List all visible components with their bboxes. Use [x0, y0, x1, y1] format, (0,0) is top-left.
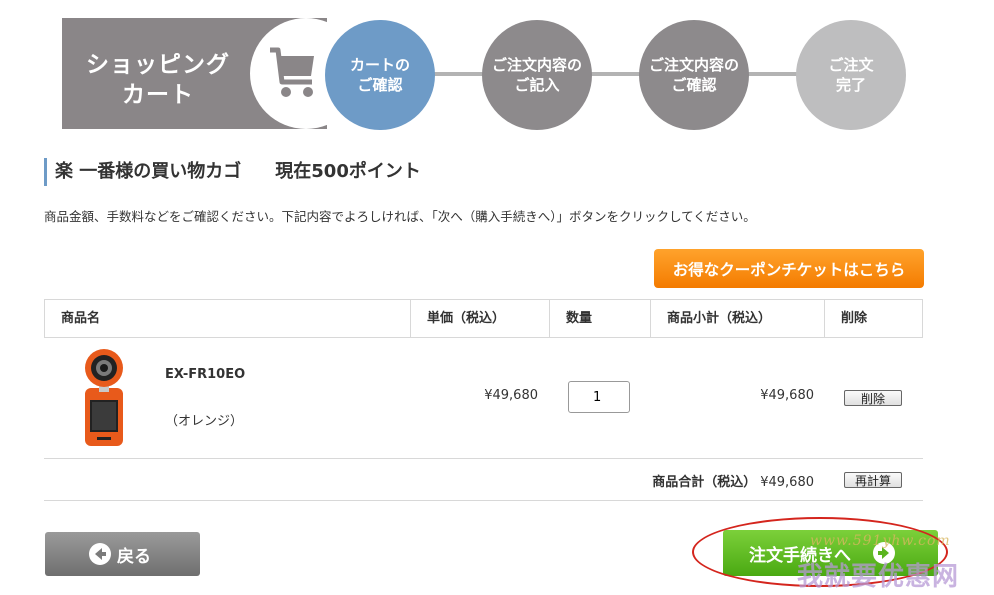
recalculate-button[interactable]: 再計算	[844, 472, 902, 488]
cart-table-header: 商品名 単価（税込） 数量 商品小計（税込） 削除	[44, 299, 923, 338]
total-amount: 商品合計（税込） ¥49,680	[652, 471, 814, 490]
total-row: 商品合計（税込） ¥49,680 再計算	[44, 459, 923, 501]
column-quantity: 数量	[549, 300, 650, 337]
back-button[interactable]: 戻る	[45, 532, 200, 576]
table-row: EX-FR10EO （オレンジ） ¥49,680 ¥49,680 削除	[44, 338, 923, 459]
coupon-button[interactable]: お得なクーポンチケットはこちら	[654, 249, 924, 288]
shopping-cart-icon	[270, 47, 314, 97]
total-label: 商品合計（税込）	[652, 475, 757, 490]
product-name[interactable]: EX-FR10EO	[165, 367, 245, 382]
item-subtotal: ¥49,680	[760, 388, 814, 403]
total-value: ¥49,680	[760, 475, 814, 490]
column-unit-price: 単価（税込）	[410, 300, 549, 337]
watermark-url: www.591yhw.com	[810, 533, 951, 549]
delete-button[interactable]: 削除	[844, 390, 902, 406]
step-order-confirm: ご注文内容の ご確認	[639, 20, 749, 130]
checkout-steps: ショッピング カート カートの ご確認 ご注文内容の ご記入 ご注文内容の ご確…	[62, 18, 922, 130]
product-variant: （オレンジ）	[165, 414, 244, 429]
step-cart-confirm: カートの ご確認	[325, 20, 435, 130]
step-order-complete: ご注文 完了	[796, 20, 906, 130]
shopping-cart-title: ショッピング カート	[86, 52, 230, 108]
step-order-entry: ご注文内容の ご記入	[482, 20, 592, 130]
unit-price: ¥49,680	[484, 388, 538, 403]
instruction-text: 商品金額、手数料などをご確認ください。下記内容でよろしければ、「次へ（購入手続き…	[44, 209, 756, 224]
back-label: 戻る	[117, 546, 151, 566]
column-subtotal: 商品小計（税込）	[650, 300, 824, 337]
cart-heading: 楽 一番様の買い物カゴ 現在500ポイント	[44, 158, 421, 186]
quantity-input[interactable]	[568, 381, 630, 413]
watermark-text: 我就要优惠网	[797, 562, 960, 592]
column-delete: 削除	[824, 300, 922, 337]
column-product-name: 商品名	[61, 311, 101, 326]
points-balance: 現在500ポイント	[275, 161, 421, 182]
product-image[interactable]	[82, 348, 126, 448]
arrow-left-icon	[89, 543, 111, 565]
cart-owner-title: 楽 一番様の買い物カゴ	[55, 161, 242, 182]
